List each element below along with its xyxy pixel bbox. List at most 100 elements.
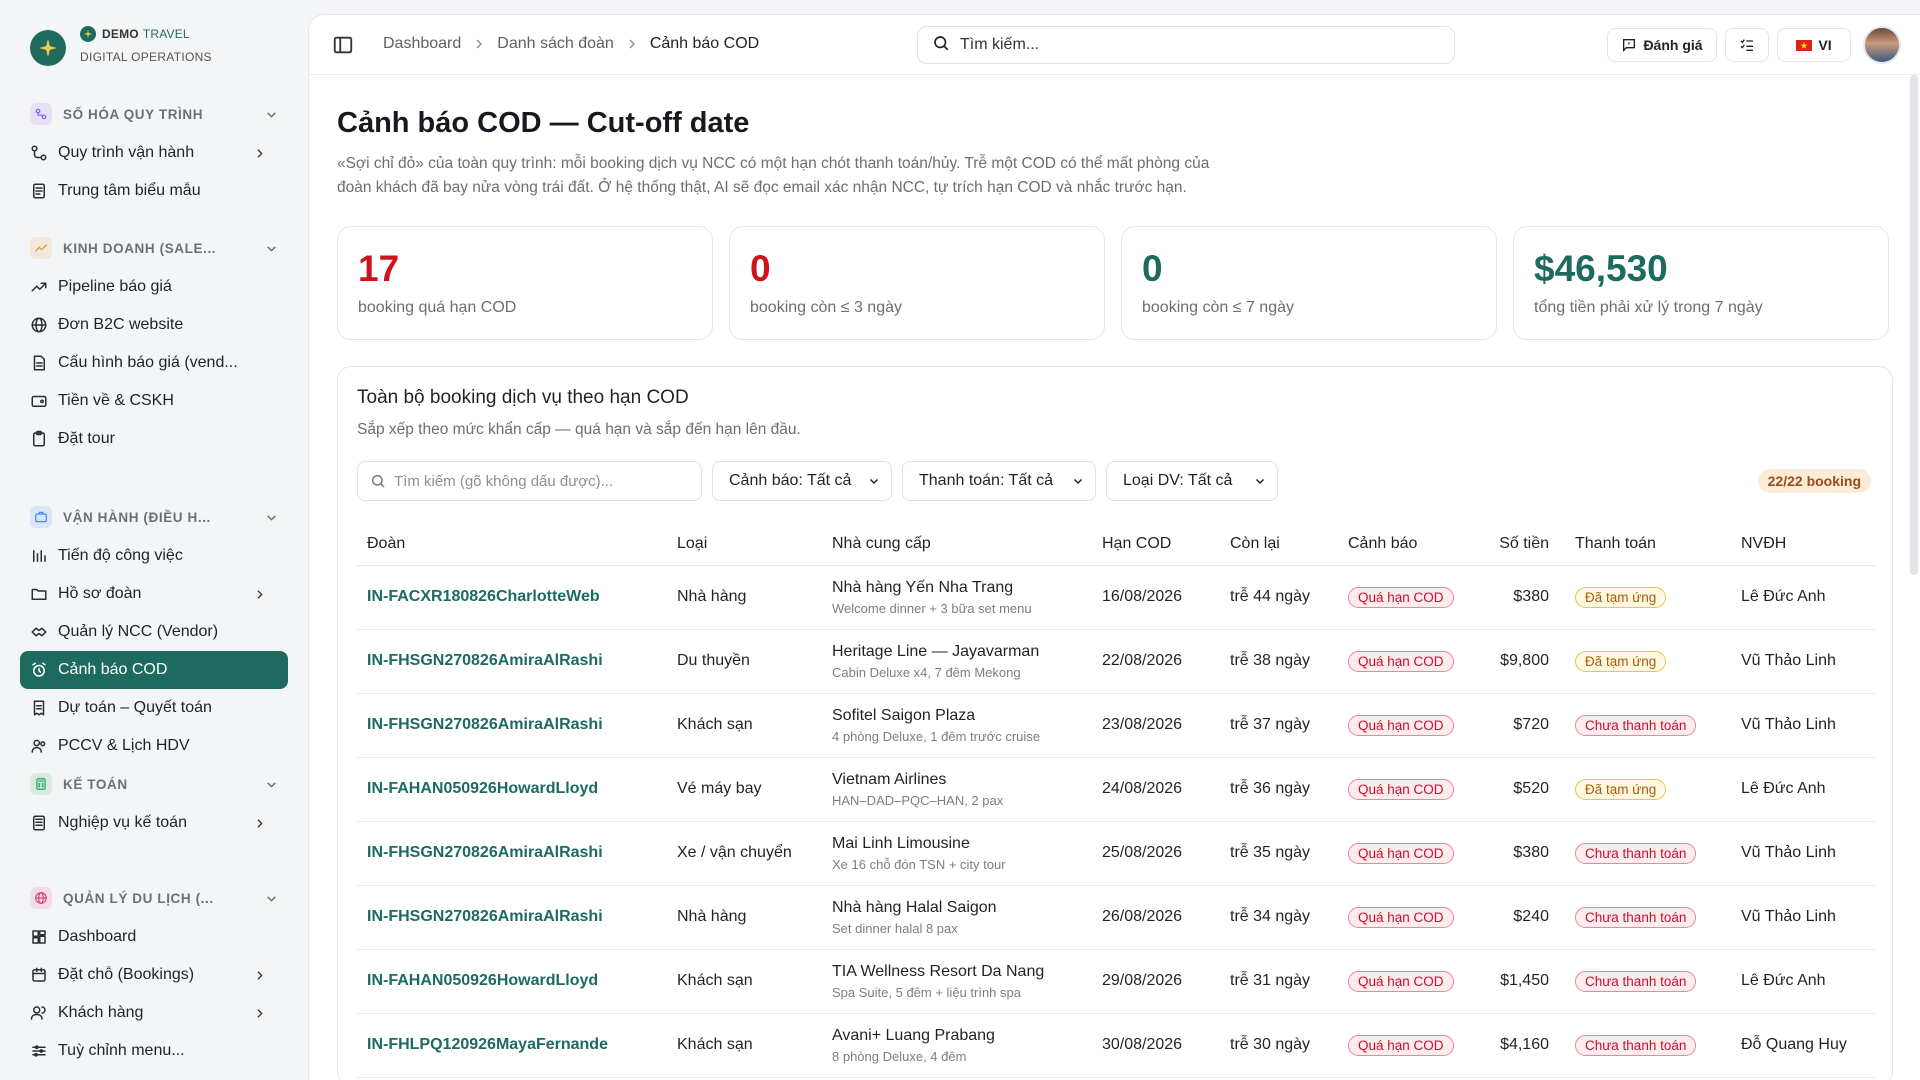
table-row[interactable]: IN-FAHAN050926HowardLloyd Vé máy bay Vietn… <box>357 757 1875 822</box>
sidebar-item-label: Cấu hình báo giá (vend... <box>58 354 238 371</box>
table-row[interactable]: IN-FHSGN270826AmiraAlRashi Khách sạn Sofit… <box>357 693 1875 758</box>
cell-group: IN-FAHAN050926HowardLloyd <box>357 949 667 1014</box>
breadcrumb-group-list[interactable]: Danh sách đoàn <box>497 35 614 53</box>
sidebar-item[interactable]: Dashboard <box>0 918 306 956</box>
cell-payment: Chưa thanh toán <box>1565 1013 1731 1078</box>
global-search-input[interactable] <box>960 36 1420 54</box>
column-header[interactable]: Hạn COD <box>1092 523 1220 566</box>
service-type-filter-select[interactable]: Loại DV: Tất cả <box>1106 461 1278 501</box>
column-header[interactable]: Loại <box>667 523 822 566</box>
sidebar-item[interactable]: Đặt tour <box>0 420 306 458</box>
table-row[interactable]: IN-FHSGN270826AmiraAlRashi Nhà hàng Nhà hà… <box>357 885 1875 950</box>
user-avatar[interactable] <box>1863 26 1901 64</box>
cell-staff: Vũ Thảo Linh <box>1731 693 1875 758</box>
payment-filter-select[interactable]: Thanh toán: Tất cả <box>902 461 1096 501</box>
group-link[interactable]: IN-FHSGN270826AmiraAlRashi <box>367 908 603 925</box>
sidebar-item[interactable]: Đơn B2C website <box>0 306 306 344</box>
nav-section-header[interactable]: SỐ HÓA QUY TRÌNH <box>0 94 306 134</box>
sidebar-item[interactable]: Quản lý NCC (Vendor) <box>0 613 306 651</box>
table-header-row: Đoàn Loại Nhà cung cấp Hạn COD Còn lại Cảnh b… <box>357 523 1875 566</box>
compass-mini-icon <box>80 26 96 42</box>
stat-card: 0 booking còn ≤ 3 ngày <box>729 226 1105 340</box>
page-content: Cảnh báo COD — Cut-off date «Sợi chỉ đỏ»… <box>337 75 1897 1080</box>
cell-remaining: trễ 31 ngày <box>1220 949 1338 1014</box>
cell-cod-date: 22/08/2026 <box>1092 629 1220 694</box>
group-link[interactable]: IN-FHLPQ120926MayaFernande <box>367 1036 608 1053</box>
sidebar-item[interactable]: Đặt chỗ (Bookings) <box>0 956 306 994</box>
column-header[interactable]: NVĐH <box>1731 523 1875 566</box>
payment-filter-value: Thanh toán: Tất cả <box>919 472 1054 489</box>
payment-status-badge: Đã tạm ứng <box>1575 650 1667 672</box>
brand[interactable]: DEMO TRAVEL DIGITAL OPERATIONS <box>30 26 212 66</box>
sidebar-item[interactable]: Cảnh báo COD <box>20 651 288 689</box>
sidebar-item[interactable]: Hồ sơ đoàn <box>0 575 306 613</box>
progress-icon <box>30 547 48 565</box>
language-button[interactable]: VI <box>1777 28 1851 62</box>
nav-section-header[interactable]: KẾ TOÁN <box>0 764 306 804</box>
sidebar-item-label: Hồ sơ đoàn <box>58 585 142 602</box>
vendor-note: HAN–DAD–PQC–HAN, 2 pax <box>832 792 1004 808</box>
cell-vendor: TIA Wellness Resort Da Nang Spa Suite, 5 … <box>822 949 1092 1014</box>
column-header[interactable]: Cảnh báo <box>1338 523 1481 566</box>
sidebar-item[interactable]: PCCV & Lịch HDV <box>0 727 306 765</box>
folder-icon <box>30 585 48 603</box>
table-row[interactable]: IN-FHLPQ120926MayaFernande Khách sạn Avani… <box>357 1013 1875 1078</box>
chevron-down-icon <box>264 241 278 255</box>
cell-staff: Vũ Thảo Linh <box>1731 629 1875 694</box>
sidebar-item[interactable]: Tiến độ công việc <box>0 537 306 575</box>
column-header[interactable]: Còn lại <box>1220 523 1338 566</box>
breadcrumb-dashboard[interactable]: Dashboard <box>383 35 461 53</box>
group-link[interactable]: IN-FHSGN270826AmiraAlRashi <box>367 716 603 733</box>
sidebar-toggle-icon[interactable] <box>331 33 355 57</box>
column-header[interactable]: Số tiền <box>1481 523 1565 566</box>
cell-vendor: Heritage Line — Jayavarman Cabin Deluxe x… <box>822 629 1092 694</box>
global-search[interactable] <box>917 26 1455 64</box>
filter-bar: Cảnh báo: Tất cả Thanh toán: Tất cả Loại… <box>357 461 1873 501</box>
sidebar-item-label: Dashboard <box>58 928 137 945</box>
sidebar-item[interactable]: Khách hàng <box>0 994 306 1032</box>
cell-group: IN-FHSGN270826AmiraAlRashi <box>357 693 667 758</box>
booking-search-input[interactable] <box>394 472 694 490</box>
sidebar-item[interactable]: Tuỳ chỉnh menu... <box>0 1032 306 1070</box>
sidebar: DEMO TRAVEL DIGITAL OPERATIONS SỐ HÓA QU… <box>0 0 306 1080</box>
cell-vendor: Vietnam Airlines HAN–DAD–PQC–HAN, 2 pax <box>822 757 1092 822</box>
group-link[interactable]: IN-FAHAN050926HowardLloyd <box>367 780 598 797</box>
table-row[interactable]: IN-FAHAN050926HowardLloyd Khách sạn TIA We… <box>357 949 1875 1014</box>
table-row[interactable]: IN-FHSGN270826AmiraAlRashi Du thuyền Herit… <box>357 629 1875 694</box>
booking-search[interactable] <box>357 461 702 501</box>
sidebar-item[interactable]: Cấu hình báo giá (vend... <box>0 344 306 382</box>
page-scrollbar[interactable] <box>1910 75 1918 575</box>
column-header[interactable]: Thanh toán <box>1565 523 1731 566</box>
sidebar-item[interactable]: Nghiệp vụ kế toán <box>0 804 306 842</box>
page-description: «Sợi chỉ đỏ» của toàn quy trình: mỗi boo… <box>337 155 1210 196</box>
group-link[interactable]: IN-FACXR180826CharlotteWeb <box>367 588 600 605</box>
sidebar-item-label: Tuỳ chỉnh menu... <box>58 1042 185 1059</box>
sidebar-item[interactable]: Dự toán – Quyết toán <box>0 689 306 727</box>
sidebar-item[interactable]: Quy trình vận hành <box>0 134 306 172</box>
checklist-button[interactable] <box>1725 28 1769 62</box>
nav-section-header[interactable]: KINH DOANH (SALE... <box>0 228 306 268</box>
sidebar-item[interactable]: Tiền về & CSKH <box>0 382 306 420</box>
feedback-button[interactable]: Đánh giá <box>1607 28 1717 62</box>
search-icon <box>932 34 950 57</box>
topbar: Dashboard Danh sách đoàn Cảnh báo COD Đá… <box>309 15 1920 75</box>
cell-staff: Vũ Thảo Linh <box>1731 885 1875 950</box>
panel-title: Toàn bộ booking dịch vụ theo hạn COD <box>357 387 689 408</box>
cell-alert: Quá hạn COD <box>1338 821 1481 886</box>
alert-filter-select[interactable]: Cảnh báo: Tất cả <box>712 461 892 501</box>
cell-alert: Quá hạn COD <box>1338 757 1481 822</box>
nav-section-header[interactable]: VẬN HÀNH (ĐIỀU H... <box>0 497 306 537</box>
sidebar-item-label: Cảnh báo COD <box>58 661 168 678</box>
stat-label: tổng tiền phải xử lý trong 7 ngày <box>1534 299 1763 316</box>
group-link[interactable]: IN-FAHAN050926HowardLloyd <box>367 972 598 989</box>
sidebar-item[interactable]: Pipeline báo giá <box>0 268 306 306</box>
alert-badge: Quá hạn COD <box>1348 778 1454 800</box>
group-link[interactable]: IN-FHSGN270826AmiraAlRashi <box>367 652 603 669</box>
column-header[interactable]: Nhà cung cấp <box>822 523 1092 566</box>
column-header[interactable]: Đoàn <box>357 523 667 566</box>
nav-section-header[interactable]: QUẢN LÝ DU LỊCH (... <box>0 878 306 918</box>
table-row[interactable]: IN-FHSGN270826AmiraAlRashi Xe / vận chuyể… <box>357 821 1875 886</box>
group-link[interactable]: IN-FHSGN270826AmiraAlRashi <box>367 844 603 861</box>
table-row[interactable]: IN-FACXR180826CharlotteWeb Nhà hàng Nhà hà… <box>357 565 1875 630</box>
sidebar-item[interactable]: Trung tâm biểu mẫu <box>0 172 306 210</box>
